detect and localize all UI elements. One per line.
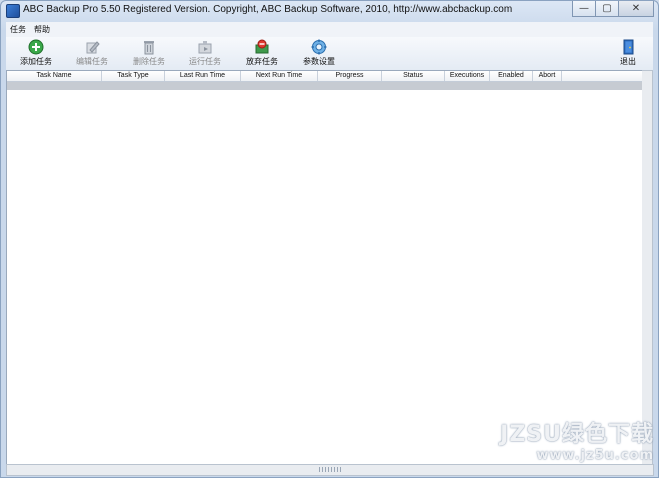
delete-task-label: 删除任务 [133,57,165,66]
horizontal-scrollbar[interactable] [6,464,654,476]
exit-door-icon [623,39,634,55]
scroll-grip[interactable] [319,467,341,472]
run-task-button[interactable]: 运行任务 [179,39,231,69]
add-task-icon [28,39,44,55]
column-header-status[interactable]: Status [382,71,445,81]
column-header-task-type[interactable]: Task Type [102,71,165,81]
task-list[interactable]: Task Name Task Type Last Run Time Next R… [6,70,644,466]
gear-icon [311,39,327,55]
column-header-abort[interactable]: Abort [533,71,562,81]
task-list-header: Task Name Task Type Last Run Time Next R… [7,71,643,82]
column-header-executions[interactable]: Executions [445,71,490,81]
edit-task-button[interactable]: 编辑任务 [66,39,118,69]
delete-task-button[interactable]: 删除任务 [123,39,175,69]
run-task-label: 运行任务 [189,57,221,66]
add-task-button[interactable]: 添加任务 [10,39,62,69]
column-header-last-run-time[interactable]: Last Run Time [165,71,241,81]
window-controls: — ▢ ✕ [572,1,654,17]
list-header-strip [7,82,643,90]
toolbar: 添加任务 编辑任务 删除任务 运行任务 放弃任务 参数设置 退出 [6,37,653,71]
exit-label: 退出 [620,57,636,66]
app-icon [6,4,20,18]
settings-button[interactable]: 参数设置 [293,39,345,69]
column-header-task-name[interactable]: Task Name [7,71,102,81]
menu-task[interactable]: 任务 [6,24,30,35]
menu-help[interactable]: 帮助 [30,24,54,35]
menu-bar: 任务 帮助 [6,22,653,37]
column-header-enabled[interactable]: Enabled [490,71,533,81]
run-task-icon [198,41,212,54]
edit-task-label: 编辑任务 [76,57,108,66]
exit-button[interactable]: 退出 [602,39,654,69]
app-window: ABC Backup Pro 5.50 Registered Version. … [0,0,659,478]
minimize-button[interactable]: — [572,1,596,17]
vertical-scrollbar[interactable] [642,70,653,466]
add-task-label: 添加任务 [20,57,52,66]
title-bar[interactable]: ABC Backup Pro 5.50 Registered Version. … [1,1,658,21]
abort-task-label: 放弃任务 [246,57,278,66]
settings-label: 参数设置 [303,57,335,66]
edit-task-icon [86,41,100,54]
column-header-progress[interactable]: Progress [318,71,382,81]
abort-task-icon [255,39,269,54]
trash-icon [144,41,154,55]
abort-task-button[interactable]: 放弃任务 [236,39,288,69]
maximize-button[interactable]: ▢ [596,1,619,17]
column-header-next-run-time[interactable]: Next Run Time [241,71,318,81]
close-button[interactable]: ✕ [619,1,654,17]
window-title: ABC Backup Pro 5.50 Registered Version. … [23,4,513,15]
